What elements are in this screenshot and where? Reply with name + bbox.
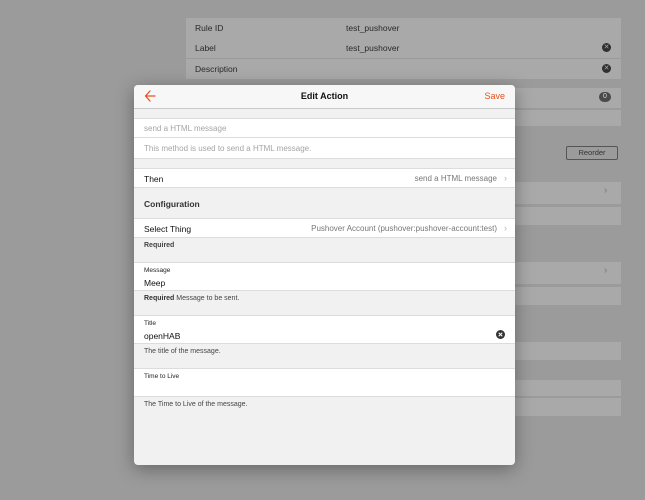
bg-chevron-right-icon: ›	[604, 265, 608, 276]
summary-input[interactable]: send a HTML message	[134, 118, 515, 138]
description-input[interactable]: This method is used to send a HTML messa…	[134, 138, 515, 159]
message-label: Message	[144, 267, 171, 274]
modal-navbar: Edit Action Save	[134, 85, 515, 109]
title-input[interactable]: openHAB	[144, 331, 180, 341]
bg-rule-id-value: test_pushover	[346, 23, 400, 33]
select-thing-value: Pushover Account (pushover:pushover-acco…	[311, 224, 497, 233]
title-hint: The title of the message.	[144, 348, 221, 355]
title-label: Title	[144, 320, 157, 327]
bg-clear-icon: ✕	[602, 43, 611, 52]
chevron-right-icon: ›	[504, 223, 507, 233]
time-to-live-hint: The Time to Live of the message.	[144, 401, 248, 408]
clear-icon[interactable]	[496, 330, 505, 339]
then-label: Then	[144, 174, 164, 184]
title-field[interactable]: Title openHAB	[134, 315, 515, 344]
bg-label-value: test_pushover	[346, 43, 400, 53]
message-input[interactable]: Meep	[144, 278, 165, 288]
bg-rule-id-row: Rule ID test_pushover	[186, 18, 621, 38]
modal-title: Edit Action	[300, 91, 349, 101]
select-thing-row[interactable]: Select Thing Pushover Account (pushover:…	[134, 218, 515, 238]
bg-description-label: Description	[195, 64, 238, 74]
then-row[interactable]: Then send a HTML message ›	[134, 168, 515, 188]
message-hint-text: Message to be sent.	[176, 295, 240, 302]
select-thing-required-hint: Required	[144, 242, 175, 249]
bg-description-row: Description ✕	[186, 59, 621, 79]
edit-action-modal: Edit Action Save send a HTML message Thi…	[134, 85, 515, 465]
bg-rule-id-label: Rule ID	[195, 23, 224, 33]
bg-reorder-button: Reorder	[566, 146, 618, 160]
time-to-live-label: Time to Live	[144, 373, 180, 380]
message-hint: Required Message to be sent.	[144, 295, 239, 302]
bg-label-row: Label test_pushover ✕	[186, 38, 621, 58]
then-value: send a HTML message	[414, 174, 497, 183]
select-thing-label: Select Thing	[144, 224, 192, 234]
message-required-label: Required	[144, 295, 175, 302]
save-button[interactable]: Save	[484, 91, 505, 101]
bg-clear-icon: ✕	[602, 64, 611, 73]
bg-count-badge: 0	[599, 92, 611, 102]
time-to-live-field[interactable]: Time to Live	[134, 368, 515, 397]
description-placeholder: This method is used to send a HTML messa…	[144, 144, 312, 153]
chevron-right-icon: ›	[504, 173, 507, 183]
bg-label-label: Label	[195, 43, 216, 53]
message-field[interactable]: Message Meep	[134, 262, 515, 291]
summary-placeholder: send a HTML message	[144, 124, 227, 133]
bg-chevron-right-icon: ›	[604, 185, 608, 196]
configuration-heading: Configuration	[144, 199, 200, 209]
